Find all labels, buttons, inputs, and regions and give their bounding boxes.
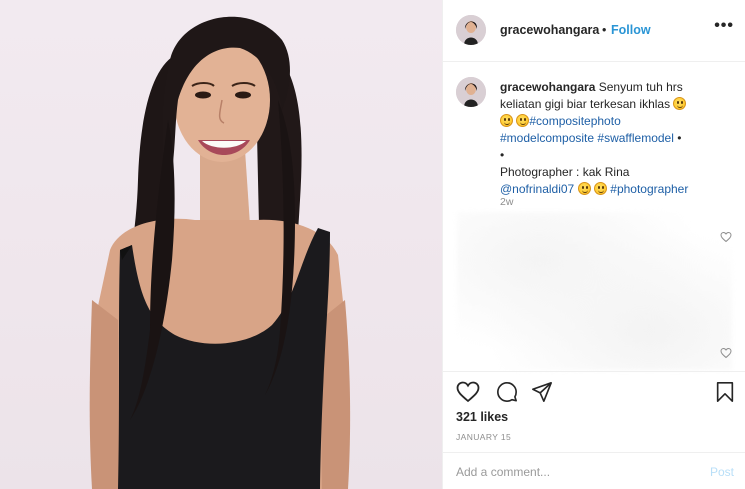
comment-like-heart-icon[interactable] — [720, 231, 732, 243]
caption-username[interactable]: gracewohangara — [500, 80, 595, 94]
bookmark-icon[interactable] — [715, 381, 735, 403]
caption-avatar-image — [456, 77, 486, 107]
speech-bubble-icon[interactable] — [495, 381, 519, 403]
post-header: gracewohangara • Follow ••• — [443, 0, 745, 62]
caption-text-line2: keliatan gigi biar terkesan ikhlas — [500, 97, 671, 111]
caption-text-line1: Senyum tuh hrs — [598, 80, 683, 94]
avatar[interactable] — [456, 15, 486, 45]
header-username[interactable]: gracewohangara — [500, 23, 599, 37]
post-comment-button[interactable]: Post — [710, 465, 734, 479]
instagram-post: gracewohangara • Follow ••• gracewohanga… — [0, 0, 745, 489]
more-options-icon[interactable]: ••• — [714, 17, 734, 35]
caption-bullet: • — [677, 131, 682, 145]
smiling-emoji-icon — [593, 182, 607, 195]
laughing-emoji-icon — [673, 97, 687, 110]
hashtag-photographer[interactable]: #photographer — [610, 182, 688, 196]
add-comment-bar: Post — [443, 452, 745, 489]
post-actions: 321 likes JANUARY 15 — [443, 371, 745, 463]
laughing-emoji-icon — [500, 114, 513, 127]
caption-photographer: Photographer : kak Rina — [500, 165, 630, 179]
laughing-emoji-icon — [516, 114, 530, 127]
post-photo[interactable] — [0, 0, 442, 489]
hashtag-swafflemodel[interactable]: #swafflemodel — [597, 131, 674, 145]
caption-bullet: • — [500, 148, 505, 162]
likes-count[interactable]: 321 likes — [456, 410, 508, 424]
hashtag-compositephoto[interactable]: #compositephoto — [529, 114, 620, 128]
avatar-image — [456, 15, 486, 45]
portrait-illustration — [89, 16, 351, 489]
heart-outline-icon[interactable] — [456, 381, 480, 403]
hashtag-modelcomposite[interactable]: #modelcomposite — [500, 131, 594, 145]
follow-button[interactable]: Follow — [611, 23, 651, 37]
post-caption: gracewohangara Senyum tuh hrs keliatan g… — [500, 79, 732, 198]
comment-like-heart-icon[interactable] — [720, 347, 732, 359]
smiling-emoji-icon — [577, 182, 591, 195]
separator-dot: • — [602, 23, 607, 37]
comment-input[interactable] — [456, 463, 686, 481]
paper-plane-icon[interactable] — [530, 381, 554, 403]
caption-time-ago[interactable]: 2w — [500, 196, 513, 208]
post-side-panel: gracewohangara • Follow ••• gracewohanga… — [442, 0, 745, 489]
comments-area — [457, 212, 732, 370]
caption-avatar[interactable] — [456, 77, 486, 107]
post-date[interactable]: JANUARY 15 — [456, 432, 511, 442]
mention-nofrinaldi07[interactable]: @nofrinaldi07 — [500, 182, 574, 196]
